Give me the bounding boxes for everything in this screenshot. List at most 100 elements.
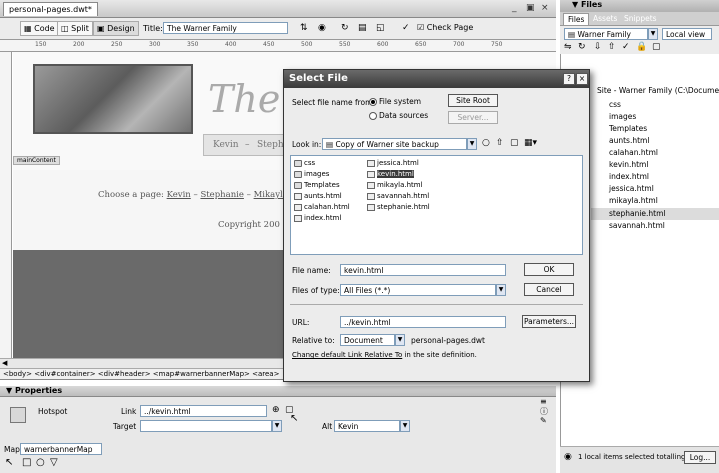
dialog-close-icon[interactable]: × xyxy=(576,73,588,85)
file-item[interactable]: index.html xyxy=(294,213,364,224)
preview-icon[interactable]: ◉ xyxy=(318,23,326,33)
validate-icon[interactable]: ✓ xyxy=(402,23,410,33)
tree-item-kevin[interactable]: kevin.html xyxy=(609,160,648,169)
check-in-icon[interactable]: 🔒 xyxy=(636,42,647,52)
document-tab[interactable]: personal-pages.dwt* xyxy=(3,2,98,16)
log-button[interactable]: Log... xyxy=(684,451,716,464)
title-input[interactable]: The Warner Family xyxy=(163,22,288,34)
choose-link-stephanie[interactable]: Stephanie xyxy=(200,190,243,200)
alt-input[interactable]: Kevin xyxy=(334,420,400,432)
properties-header[interactable]: ▼ Properties xyxy=(0,386,556,397)
file-item[interactable]: Templates xyxy=(294,180,364,191)
dialog-help-icon[interactable]: ? xyxy=(563,73,575,85)
file-item[interactable]: images xyxy=(294,169,364,180)
put-files-icon[interactable]: ⇧ xyxy=(608,42,616,52)
tree-item-mikayla[interactable]: mikayla.html xyxy=(609,196,658,205)
pointer-hotspot-icon[interactable]: ↖ xyxy=(5,457,13,468)
files-panel-header[interactable]: ▼ Files xyxy=(560,0,719,12)
cancel-button[interactable]: Cancel xyxy=(524,283,574,296)
rectangle-hotspot-icon[interactable]: □ xyxy=(22,457,31,468)
tree-item-aunts[interactable]: aunts.html xyxy=(609,136,649,145)
url-input[interactable]: ../kevin.html xyxy=(340,316,506,328)
alt-dropdown-icon[interactable]: ▼ xyxy=(400,420,410,432)
look-in-select[interactable]: ▤ Copy of Warner site backup xyxy=(322,138,467,150)
point-to-file-icon[interactable]: ⊕ xyxy=(272,405,280,415)
refresh-icon[interactable]: ↻ xyxy=(341,23,349,33)
parameters-button[interactable]: Parameters... xyxy=(522,315,576,328)
scroll-left-icon[interactable]: ◀ xyxy=(2,359,7,367)
tree-item-calahan[interactable]: calahan.html xyxy=(609,148,658,157)
get-files-icon[interactable]: ⇩ xyxy=(594,42,602,52)
tab-assets[interactable]: Assets xyxy=(589,13,621,24)
maincontent-region-tag[interactable]: mainContent xyxy=(13,156,60,165)
view-options-icon[interactable]: ▤ xyxy=(358,23,367,33)
radio-data-sources[interactable]: Data sources xyxy=(369,111,428,120)
file-item-name: jessica.html xyxy=(377,159,419,167)
nav-stephanie-partial[interactable]: Steph xyxy=(257,140,284,150)
files-of-type-label: Files of type: xyxy=(292,286,340,295)
title-label: Title: xyxy=(143,24,163,33)
up-folder-icon[interactable]: ⇧ xyxy=(496,138,504,148)
panel-options-icon[interactable]: ≡ xyxy=(540,397,547,406)
file-item[interactable]: savannah.html xyxy=(367,191,447,202)
radio-file-system[interactable]: File system xyxy=(369,97,421,106)
visual-aids-icon[interactable]: ◱ xyxy=(376,23,385,33)
link-input[interactable]: ../kevin.html xyxy=(140,405,267,417)
file-name-input[interactable]: kevin.html xyxy=(340,264,506,276)
expand-icon[interactable]: ▢ xyxy=(652,42,661,52)
tree-item-stephanie[interactable]: stephanie.html xyxy=(609,209,666,218)
target-dropdown-icon[interactable]: ▼ xyxy=(272,420,282,432)
file-item[interactable]: calahan.html xyxy=(294,202,364,213)
files-of-type-select[interactable]: All Files (*.*) xyxy=(340,284,496,296)
split-view-button[interactable]: ◫ Split xyxy=(57,21,93,36)
refresh-files-icon[interactable]: ↻ xyxy=(578,42,586,52)
tree-item-css[interactable]: css xyxy=(609,100,621,109)
site-dropdown-icon[interactable]: ▼ xyxy=(648,28,658,40)
view-menu-icon[interactable]: ▦▾ xyxy=(524,138,537,148)
check-page-button[interactable]: ☑ Check Page xyxy=(414,21,476,36)
file-item[interactable]: jessica.html xyxy=(367,158,447,169)
tree-item-savannah[interactable]: savannah.html xyxy=(609,221,665,230)
restore-icon[interactable]: ▣ xyxy=(526,3,535,13)
site-root-item[interactable]: Site - Warner Family (C:\Documents xyxy=(597,86,719,95)
back-icon[interactable]: ○ xyxy=(482,138,490,148)
nav-kevin-hotspot[interactable]: Kevin xyxy=(213,140,239,150)
file-item[interactable]: css xyxy=(294,158,364,169)
design-view-button[interactable]: ▣ Design xyxy=(93,21,139,36)
files-of-type-dropdown-icon[interactable]: ▼ xyxy=(496,284,506,296)
banner-photo[interactable] xyxy=(33,64,193,134)
check-out-icon[interactable]: ✓ xyxy=(622,42,630,52)
change-default-link[interactable]: Change default Link Relative To xyxy=(292,351,402,359)
file-list[interactable]: css images Templates aunts.html calahan.… xyxy=(290,155,583,255)
tab-files[interactable]: Files xyxy=(563,13,590,26)
tree-item-jessica[interactable]: jessica.html xyxy=(609,184,654,193)
file-item[interactable]: aunts.html xyxy=(294,191,364,202)
relative-to-select[interactable]: Document xyxy=(340,334,395,346)
view-select[interactable]: Local view xyxy=(662,28,712,40)
file-item[interactable]: mikayla.html xyxy=(367,180,447,191)
tree-item-templates[interactable]: Templates xyxy=(609,124,647,133)
file-item[interactable]: stephanie.html xyxy=(367,202,447,213)
new-folder-icon[interactable]: ▢ xyxy=(510,138,519,148)
quick-tag-icon[interactable]: ✎ xyxy=(540,416,547,425)
relative-to-dropdown-icon[interactable]: ▼ xyxy=(395,334,405,346)
choose-link-kevin[interactable]: Kevin xyxy=(167,190,191,200)
tab-snippets[interactable]: Snippets xyxy=(620,13,661,24)
polygon-hotspot-icon[interactable]: ▽ xyxy=(50,457,58,468)
tree-item-images[interactable]: images xyxy=(609,112,636,121)
circle-hotspot-icon[interactable]: ○ xyxy=(36,457,45,468)
ok-button[interactable]: OK xyxy=(524,263,574,276)
look-in-dropdown-icon[interactable]: ▼ xyxy=(467,138,477,150)
connect-icon[interactable]: ⇋ xyxy=(564,42,572,52)
file-item-selected[interactable]: kevin.html xyxy=(367,169,447,180)
file-management-icon[interactable]: ⇅ xyxy=(300,23,308,33)
url-label: URL: xyxy=(292,318,310,327)
code-view-button[interactable]: ▦ Code xyxy=(20,21,59,36)
site-root-button[interactable]: Site Root xyxy=(448,94,498,107)
map-name-input[interactable]: warnerbannerMap xyxy=(20,443,102,455)
target-select[interactable] xyxy=(140,420,272,432)
tree-item-index[interactable]: index.html xyxy=(609,172,649,181)
minimize-icon[interactable]: _ xyxy=(512,3,517,13)
close-icon[interactable]: × xyxy=(541,3,549,13)
site-select[interactable]: ▤ Warner Family xyxy=(564,28,648,40)
